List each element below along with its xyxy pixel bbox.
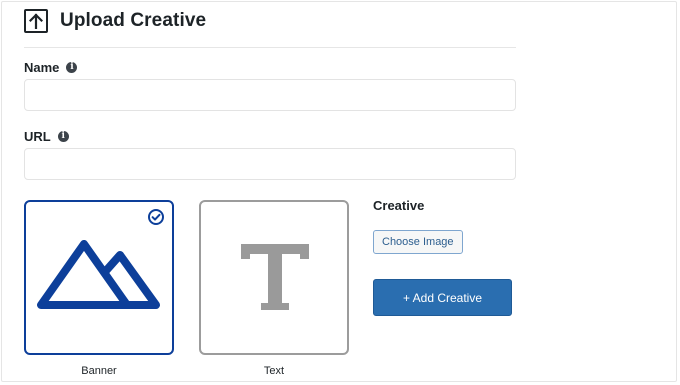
banner-caption: Banner bbox=[81, 365, 117, 377]
header-divider bbox=[24, 47, 516, 48]
creative-type-banner-card[interactable] bbox=[24, 200, 174, 355]
url-input[interactable] bbox=[24, 148, 516, 180]
add-creative-button[interactable]: + Add Creative bbox=[373, 279, 512, 316]
page-title: Upload Creative bbox=[60, 10, 207, 31]
creative-type-text-card[interactable] bbox=[199, 200, 349, 355]
page-header: Upload Creative bbox=[24, 7, 206, 35]
info-icon[interactable]: i bbox=[66, 62, 78, 73]
mountain-icon bbox=[37, 240, 160, 309]
choose-image-button[interactable]: Choose Image bbox=[373, 230, 463, 254]
name-label-row: Name i bbox=[24, 60, 78, 75]
creative-label: Creative bbox=[373, 198, 425, 213]
url-label: URL bbox=[24, 129, 51, 144]
name-label: Name bbox=[24, 60, 60, 75]
text-caption: Text bbox=[263, 365, 285, 377]
name-input[interactable] bbox=[24, 79, 516, 111]
url-label-row: URL i bbox=[24, 129, 69, 144]
letter-t-icon bbox=[241, 244, 309, 310]
upload-arrow-icon bbox=[24, 9, 48, 33]
info-icon[interactable]: i bbox=[57, 131, 69, 142]
